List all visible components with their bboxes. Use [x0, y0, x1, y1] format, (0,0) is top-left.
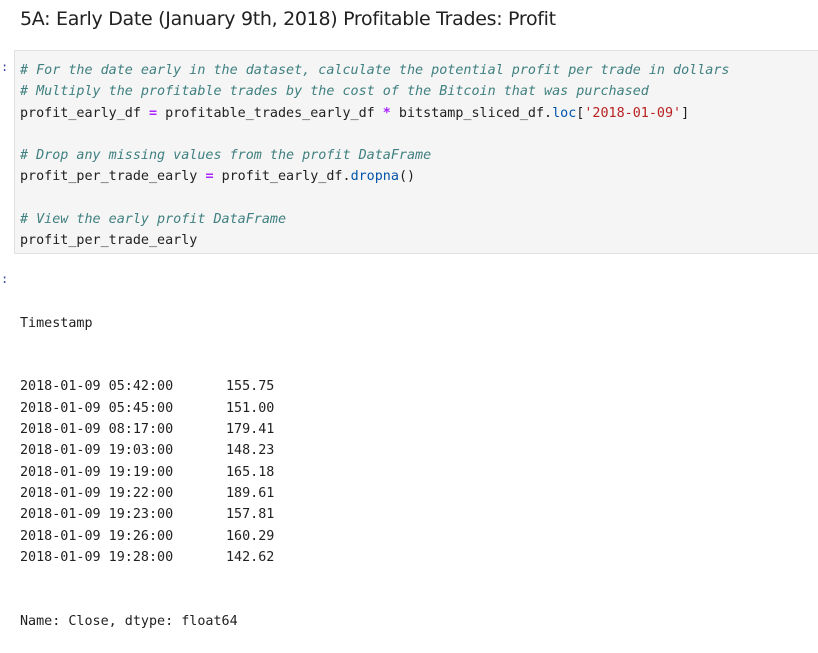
output-row: 2018-01-09 05:45:00 151.00 [20, 398, 274, 419]
code-comment: # Multiply the profitable trades by the … [20, 84, 649, 100]
output-timestamp: 2018-01-09 19:26:00 [20, 528, 174, 544]
code-bracket: ] [681, 105, 690, 121]
output-value: 155.75 [226, 379, 275, 395]
output-row: 2018-01-09 05:42:00 155.75 [20, 376, 274, 397]
output-row: 2018-01-09 19:19:00 165.18 [20, 462, 274, 483]
code-operator: = [149, 105, 158, 121]
output-timestamp: 2018-01-09 19:28:00 [20, 549, 174, 565]
code-attribute: loc [552, 105, 577, 121]
output-timestamp: 2018-01-09 05:42:00 [20, 379, 174, 395]
input-prompt-marker: : [1, 60, 9, 74]
code-editor[interactable]: # For the date early in the dataset, cal… [20, 60, 729, 252]
code-variable: profitable_trades_early_df [165, 105, 375, 121]
code-comment: # View the early profit DataFrame [20, 212, 287, 228]
output-value: 151.00 [226, 400, 275, 416]
output-value: 189.61 [226, 485, 275, 501]
code-variable: profit_early_df [20, 105, 141, 121]
output-timestamp: 2018-01-09 19:22:00 [20, 485, 174, 501]
section-heading: 5A: Early Date (January 9th, 2018) Profi… [20, 8, 556, 30]
output-index-name: Timestamp [20, 315, 93, 331]
output-timestamp: 2018-01-09 19:23:00 [20, 507, 174, 523]
output-row: 2018-01-09 08:17:00 179.41 [20, 419, 274, 440]
code-operator: * [382, 105, 391, 121]
code-comment: # Drop any missing values from the profi… [20, 148, 432, 164]
code-attribute: dropna [350, 169, 399, 185]
output-value: 142.62 [226, 549, 275, 565]
output-row: 2018-01-09 19:23:00 157.81 [20, 504, 274, 525]
code-call: () [398, 169, 416, 185]
output-value: 157.81 [226, 507, 275, 523]
output-value: 165.18 [226, 464, 275, 480]
output-row: 2018-01-09 19:28:00 142.62 [20, 547, 274, 568]
output-value: 160.29 [226, 528, 275, 544]
output-area: Timestamp 2018-01-09 05:42:00 155.75 2018-… [20, 270, 274, 653]
code-variable: profit_early_df. [221, 169, 351, 185]
output-timestamp: 2018-01-09 19:19:00 [20, 464, 174, 480]
output-value: 148.23 [226, 443, 275, 459]
code-operator: = [205, 169, 214, 185]
output-footer: Name: Close, dtype: float64 [20, 613, 238, 629]
output-timestamp: 2018-01-09 08:17:00 [20, 422, 174, 438]
code-string: '2018-01-09' [584, 105, 682, 121]
output-row: 2018-01-09 19:26:00 160.29 [20, 526, 274, 547]
code-variable: bitstamp_sliced_df. [398, 105, 553, 121]
code-variable: profit_per_trade_early [20, 169, 198, 185]
output-timestamp: 2018-01-09 05:45:00 [20, 400, 174, 416]
output-prompt-marker: : [1, 272, 9, 286]
output-rows: 2018-01-09 05:42:00 155.75 2018-01-09 05:4… [20, 376, 274, 568]
output-row: 2018-01-09 19:22:00 189.61 [20, 483, 274, 504]
code-cell[interactable]: # For the date early in the dataset, cal… [14, 50, 818, 254]
code-variable: profit_per_trade_early [20, 233, 198, 249]
output-timestamp: 2018-01-09 19:03:00 [20, 443, 174, 459]
output-value: 179.41 [226, 422, 275, 438]
code-comment: # For the date early in the dataset, cal… [20, 63, 730, 78]
output-row: 2018-01-09 19:03:00 148.23 [20, 440, 274, 461]
